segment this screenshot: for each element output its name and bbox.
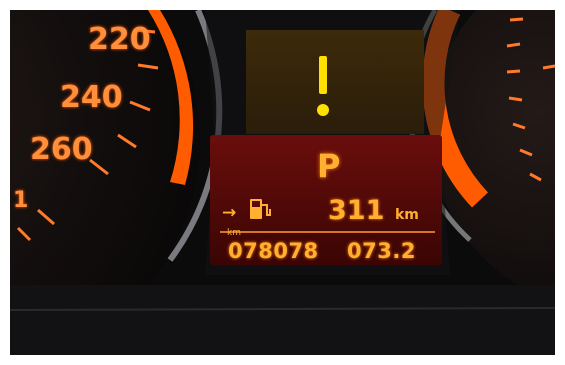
range-value: 311 bbox=[328, 195, 385, 226]
warning-exclamation-icon bbox=[312, 56, 334, 118]
odometer-unit: km bbox=[227, 228, 241, 238]
trip-value: 073.2 bbox=[347, 239, 416, 263]
range-unit: km bbox=[395, 207, 419, 223]
lower-panel bbox=[10, 285, 555, 355]
speed-label-260: 260 bbox=[30, 132, 93, 167]
speed-label-220: 220 bbox=[88, 22, 151, 57]
dashboard-photo: 220 240 260 1 P → 311 km km 078078 073.2 bbox=[10, 10, 555, 355]
odometer-value: 078078 bbox=[228, 239, 319, 263]
warning-panel-inner bbox=[246, 30, 424, 134]
speed-label-240: 240 bbox=[60, 80, 123, 115]
left-gauge-label-1: 1 bbox=[13, 188, 29, 213]
gear-indicator: P bbox=[317, 147, 341, 185]
info-display: P → 311 km km 078078 073.2 bbox=[210, 135, 442, 265]
range-arrow-icon: → bbox=[222, 203, 237, 223]
